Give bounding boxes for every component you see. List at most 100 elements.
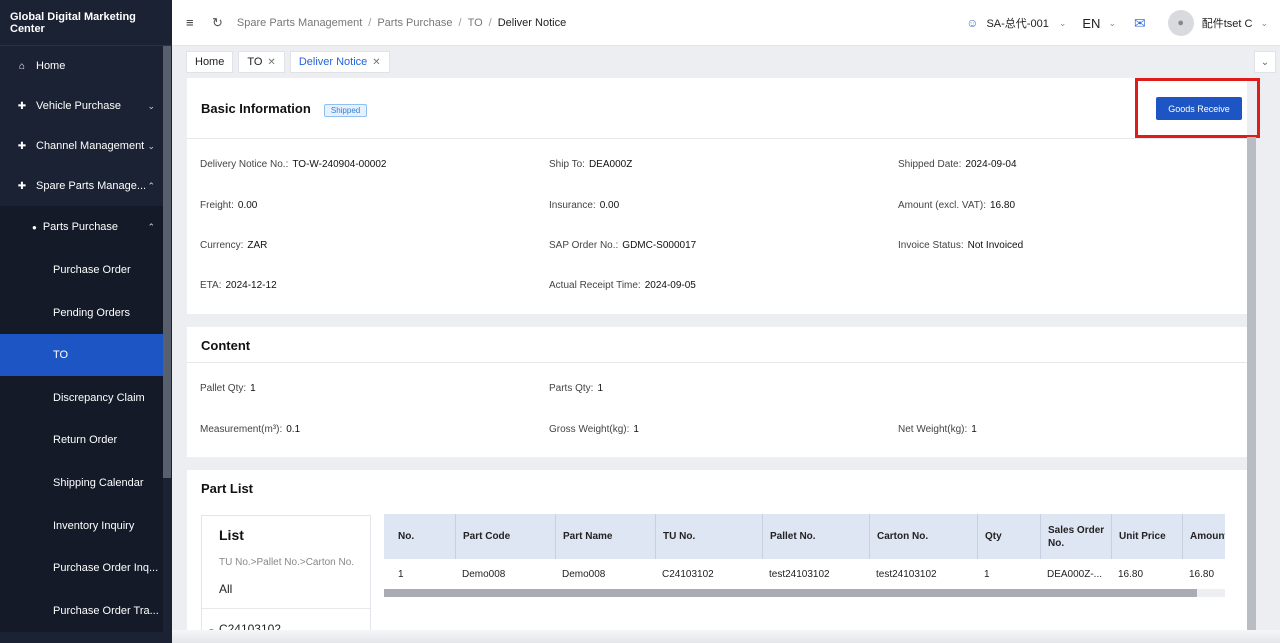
language-selector[interactable]: EN xyxy=(1082,16,1100,31)
field-shipped-date: Shipped Date: 2024-09-04 xyxy=(898,159,1017,170)
table-cell: 1 xyxy=(398,568,404,580)
refresh-icon[interactable]: ↻ xyxy=(212,15,223,31)
mail-icon[interactable]: ✉ xyxy=(1134,15,1146,32)
sidebar-item-label: Vehicle Purchase xyxy=(36,100,121,112)
close-icon[interactable]: ✕ xyxy=(372,57,380,68)
sidebar-item-purchase-order[interactable]: Purchase Order xyxy=(0,248,163,291)
field-net-weight: Net Weight(kg): 1 xyxy=(898,424,977,435)
menu-icon[interactable]: ≡ xyxy=(186,15,200,30)
sidebar-item-purchase-order-tracking[interactable]: Purchase Order Tra... xyxy=(0,589,163,632)
field-pallet-qty: Pallet Qty: 1 xyxy=(200,383,256,394)
plus-circle-icon: ✚ xyxy=(17,180,27,192)
tree-hint: TU No.>Pallet No.>Carton No. xyxy=(219,557,355,568)
field-measurement: Measurement(m³): 0.1 xyxy=(200,424,300,435)
divider xyxy=(202,608,370,609)
sidebar-item-label: Purchase Order Tra... xyxy=(53,604,159,617)
sidebar-item-label: Channel Management xyxy=(36,140,145,152)
tabs-dropdown-icon[interactable]: ⌄ xyxy=(1254,51,1276,73)
chevron-down-icon: ⌄ xyxy=(147,100,155,111)
chevron-down-icon[interactable]: ⌄ xyxy=(1260,18,1268,29)
breadcrumb-item[interactable]: Parts Purchase xyxy=(377,17,452,29)
breadcrumb-item[interactable]: Spare Parts Management xyxy=(237,17,362,29)
brand-title: Global Digital Marketing Center xyxy=(0,0,172,46)
avatar[interactable]: ● xyxy=(1167,10,1194,36)
part-tree-panel: List TU No.>Pallet No.>Carton No. All ▼C… xyxy=(201,515,371,643)
sidebar-item-label: Return Order xyxy=(53,434,118,446)
table-header: No. Part Code Part Name TU No. Pallet No… xyxy=(384,514,1225,559)
field-currency: Currency: ZAR xyxy=(200,240,267,251)
sidebar-item-return-order[interactable]: Return Order xyxy=(0,419,163,461)
field-value: 0.00 xyxy=(599,200,620,211)
field-label: Insurance: xyxy=(549,200,596,211)
basic-info-title: Basic Information xyxy=(201,101,311,116)
chevron-down-icon[interactable]: ⌄ xyxy=(1059,18,1067,29)
field-invoice-status: Invoice Status: Not Invoiced xyxy=(898,240,1023,251)
table-hscroll-thumb[interactable] xyxy=(384,589,1197,597)
sidebar-item-discrepancy-claim[interactable]: Discrepancy Claim xyxy=(0,376,163,419)
role-selector[interactable]: SA-总代-001 xyxy=(986,15,1048,31)
part-table: No. Part Code Part Name TU No. Pallet No… xyxy=(384,514,1225,604)
field-label: ETA: xyxy=(200,280,222,291)
table-cell: test24103102 xyxy=(769,568,830,580)
tree-node-all[interactable]: All xyxy=(219,582,232,596)
plus-circle-icon: ✚ xyxy=(17,140,27,152)
tree-title: List xyxy=(219,527,244,543)
sidebar-item-vehicle-purchase[interactable]: ✚ Vehicle Purchase ⌄ xyxy=(0,86,163,126)
chevron-down-icon[interactable]: ⌄ xyxy=(1108,18,1116,29)
field-gross-weight: Gross Weight(kg): 1 xyxy=(549,424,639,435)
column-header: Carton No. xyxy=(869,514,977,559)
chevron-up-icon: ⌃ xyxy=(147,221,155,232)
sidebar-item-shipping-calendar[interactable]: Shipping Calendar xyxy=(0,461,163,504)
sidebar-item-label: Home xyxy=(36,60,66,72)
field-label: Delivery Notice No.: xyxy=(200,159,289,170)
tab-deliver-notice[interactable]: Deliver Notice ✕ xyxy=(289,51,390,73)
dot-icon: ● xyxy=(32,222,37,232)
username[interactable]: 配件tset C xyxy=(1202,15,1253,31)
tab-bar: Home TO ✕ Deliver Notice ✕ ⌄ xyxy=(172,47,1280,77)
column-header: No. xyxy=(398,531,415,542)
sidebar-item-pending-orders[interactable]: Pending Orders xyxy=(0,291,163,334)
sidebar-item-purchase-order-inquiry[interactable]: Purchase Order Inq... xyxy=(0,547,163,589)
field-label: Amount (excl. VAT): xyxy=(898,200,986,211)
table-cell: test24103102 xyxy=(876,568,937,580)
field-label: Invoice Status: xyxy=(898,240,964,251)
field-delivery-notice-no: Delivery Notice No.: TO-W-240904-00002 xyxy=(200,159,387,170)
table-cell: 1 xyxy=(984,568,990,580)
status-badge: Shipped xyxy=(323,103,368,117)
sidebar-item-channel-management[interactable]: ✚ Channel Management ⌄ xyxy=(0,126,163,166)
sidebar-item-label: Pending Orders xyxy=(53,306,131,319)
top-header: ≡ ↻ Spare Parts Management / Parts Purch… xyxy=(172,0,1280,46)
close-icon[interactable]: ✕ xyxy=(267,57,275,68)
field-value: 1 xyxy=(633,424,639,435)
bottom-edge xyxy=(172,630,1280,643)
sidebar-item-to[interactable]: TO xyxy=(0,334,163,376)
sidebar-item-inventory-inquiry[interactable]: Inventory Inquiry xyxy=(0,504,163,547)
field-amount-excl-vat: Amount (excl. VAT): 16.80 xyxy=(898,200,1015,211)
user-icon: ☺ xyxy=(966,16,979,30)
tab-to[interactable]: TO ✕ xyxy=(238,51,285,73)
content-card: Content Pallet Qty: 1 Parts Qty: 1 Measure… xyxy=(187,327,1247,457)
column-header: Qty xyxy=(977,514,1040,559)
sidebar-item-home[interactable]: ⌂ Home xyxy=(0,46,163,86)
sidebar-item-parts-purchase[interactable]: ● Parts Purchase ⌃ xyxy=(0,206,163,248)
tab-home[interactable]: Home xyxy=(186,51,234,73)
sidebar-item-label: Discrepancy Claim xyxy=(53,391,145,404)
breadcrumb-separator: / xyxy=(488,16,492,29)
table-row[interactable]: 1 Demo008 Demo008 C24103102 test24103102… xyxy=(384,559,1225,589)
field-value: Not Invoiced xyxy=(967,240,1024,251)
sidebar-item-label: Spare Parts Manage... xyxy=(36,180,147,192)
main-scrollbar[interactable] xyxy=(1247,137,1256,637)
sidebar-item-label: Purchase Order xyxy=(53,263,131,276)
field-value: 2024-09-05 xyxy=(644,280,696,291)
sidebar-item-spare-parts-management[interactable]: ✚ Spare Parts Manage... ⌃ xyxy=(0,166,163,206)
breadcrumb-separator: / xyxy=(368,16,372,29)
breadcrumb-item[interactable]: TO xyxy=(468,17,483,29)
field-value: 1 xyxy=(597,383,604,394)
breadcrumb: Spare Parts Management / Parts Purchase … xyxy=(237,17,566,29)
table-cell: C24103102 xyxy=(662,568,714,580)
field-label: Freight: xyxy=(200,200,234,211)
header-right: ☺ SA-总代-001 ⌄ EN ⌄ ✉ ● 配件tset C ⌄ xyxy=(966,0,1280,46)
column-header: Sales Order No. xyxy=(1040,514,1111,559)
column-header: Amount xyxy=(1182,514,1225,559)
sidebar-scrollbar[interactable] xyxy=(163,46,171,478)
